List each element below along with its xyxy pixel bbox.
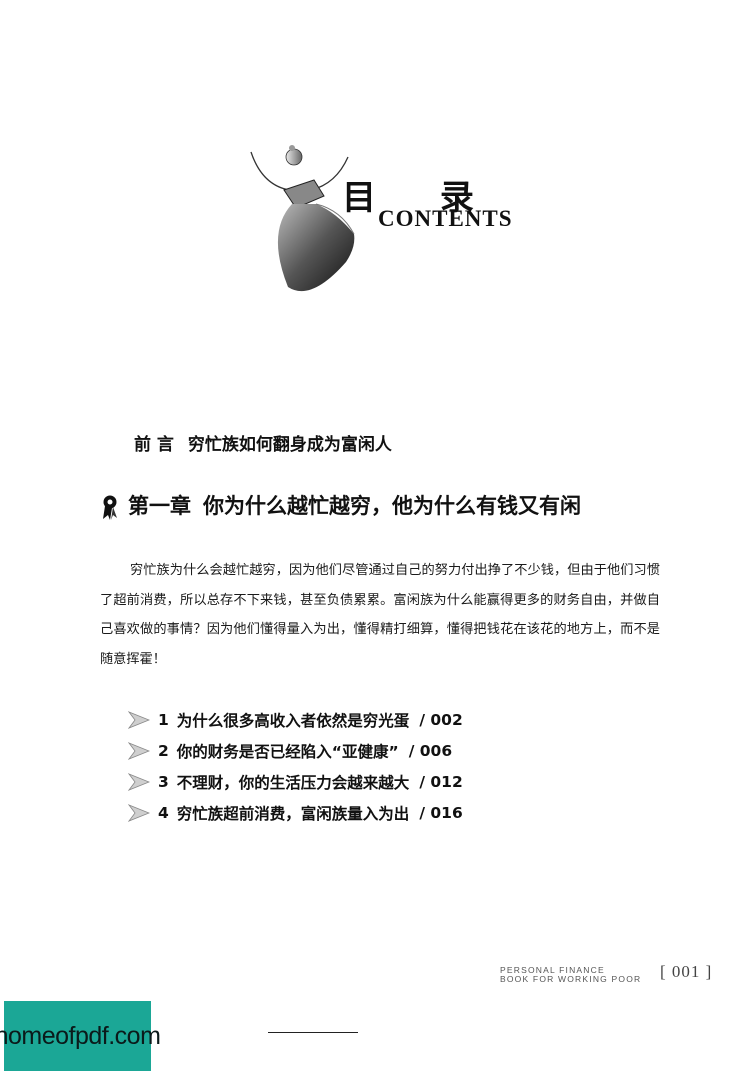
- toc-item-page: / 006: [408, 741, 453, 760]
- footer-line-2: BOOK FOR WORKING POOR: [500, 974, 642, 984]
- toc-item[interactable]: 1 为什么很多高收入者依然是穷光蛋 / 002: [128, 704, 463, 735]
- chapter-label: 第一章: [128, 493, 191, 518]
- page-number: [ 001 ]: [660, 962, 713, 981]
- preface-label: 前 言: [134, 435, 174, 455]
- arrow-icon: [128, 803, 150, 822]
- running-footer: PERSONAL FINANCE BOOK FOR WORKING POOR: [500, 966, 641, 984]
- toc-item-title: 穷忙族超前消费，富闲族量入为出: [176, 804, 410, 823]
- toc-list: 1 为什么很多高收入者依然是穷光蛋 / 002 2 你的财务是否已经陷入“亚健康…: [128, 704, 463, 828]
- toc-item-number: 2: [158, 741, 169, 760]
- arrow-icon: [128, 741, 150, 760]
- watermark-badge: homeofpdf.com: [0, 1001, 161, 1071]
- toc-item[interactable]: 3 不理财，你的生活压力会越来越大 / 012: [128, 766, 463, 797]
- chapter-title: 你为什么越忙越穷，他为什么有钱又有闲: [203, 493, 581, 518]
- toc-item[interactable]: 2 你的财务是否已经陷入“亚健康” / 006: [128, 735, 463, 766]
- toc-item-title: 为什么很多高收入者依然是穷光蛋: [176, 711, 410, 730]
- toc-item-page: / 016: [419, 803, 463, 822]
- chapter-heading[interactable]: 第一章 你为什么越忙越穷，他为什么有钱又有闲: [100, 490, 581, 522]
- toc-item-page: / 012: [419, 772, 463, 791]
- arrow-icon: [128, 772, 150, 791]
- toc-item-page: / 002: [419, 710, 463, 729]
- divider: [268, 1032, 358, 1033]
- contents-title-english: CONTENTS: [378, 206, 513, 231]
- arrow-icon: [128, 710, 150, 729]
- chapter-description: 穷忙族为什么会越忙越穷，因为他们尽管通过自己的努力付出挣了不少钱，但由于他们习惯…: [100, 563, 660, 667]
- toc-item-number: 3: [158, 772, 169, 791]
- ribbon-icon: [103, 495, 117, 520]
- preface-title: 穷忙族如何翻身成为富闲人: [187, 435, 392, 455]
- toc-item[interactable]: 4 穷忙族超前消费，富闲族量入为出 / 016: [128, 797, 463, 828]
- toc-item-number: 1: [158, 710, 169, 729]
- toc-item-title: 你的财务是否已经陷入“亚健康”: [176, 742, 399, 761]
- toc-item-title: 不理财，你的生活压力会越来越大: [176, 773, 410, 792]
- toc-item-number: 4: [158, 803, 169, 822]
- preface-entry[interactable]: 前 言 穷忙族如何翻身成为富闲人: [134, 430, 392, 455]
